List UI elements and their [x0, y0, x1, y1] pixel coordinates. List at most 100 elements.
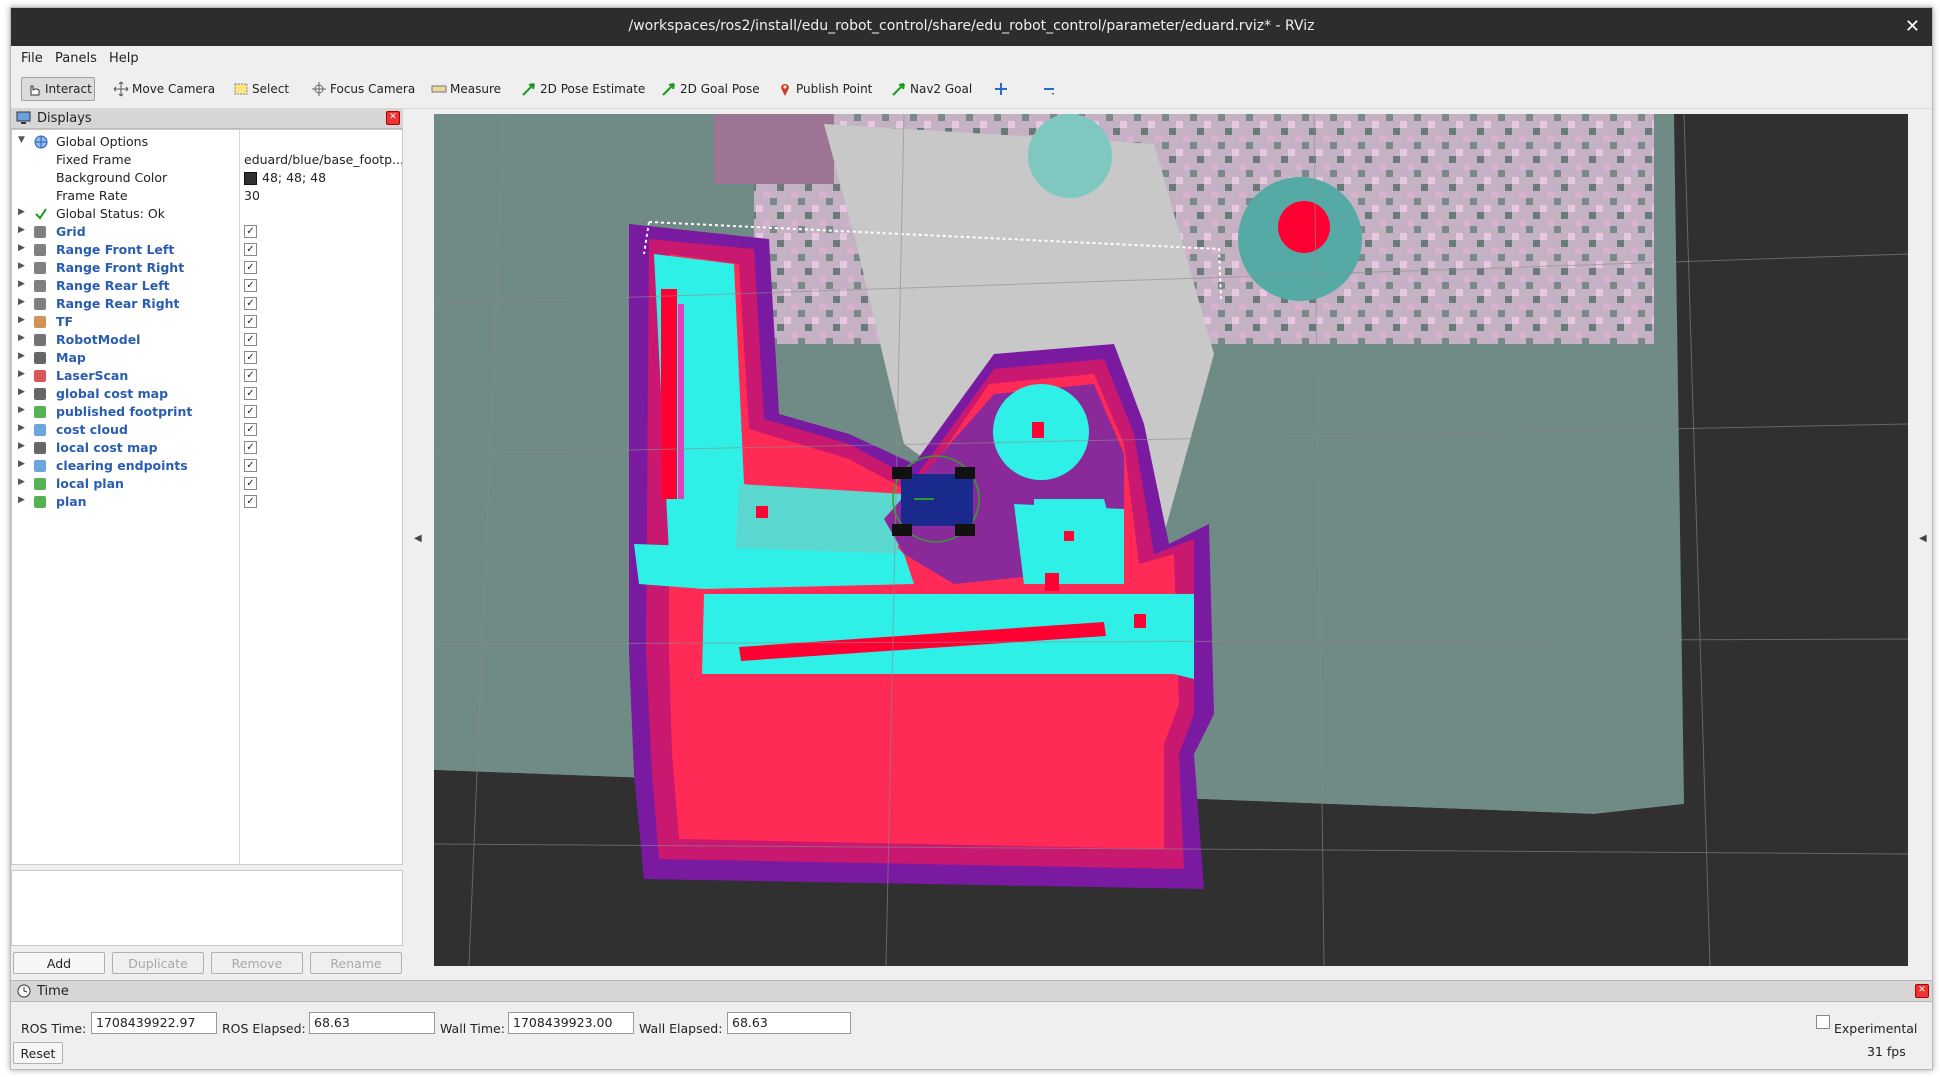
rename-button[interactable]: Rename [310, 952, 402, 974]
tree-row-display-item[interactable]: ▶ Range Rear Left ✓ [12, 277, 402, 295]
remove-tool-button[interactable] [1041, 78, 1060, 100]
tree-row-display-item[interactable]: ▶ published footprint ✓ [12, 403, 402, 421]
menu-panels[interactable]: Panels [55, 51, 97, 66]
expanded-arrow-icon[interactable]: ▼ [18, 135, 25, 145]
tree-row-display-item[interactable]: ▶ TF ✓ [12, 313, 402, 331]
close-time-icon[interactable]: ✕ [1915, 984, 1929, 998]
display-enabled-checkbox[interactable]: ✓ [244, 441, 257, 454]
collapsed-arrow-icon[interactable]: ▶ [18, 279, 25, 289]
add-tool-button[interactable] [993, 78, 1012, 100]
tree-row-display-item[interactable]: ▶ local plan ✓ [12, 475, 402, 493]
display-item-label: Grid [56, 224, 86, 239]
tree-row-display-item[interactable]: ▶ global cost map ✓ [12, 385, 402, 403]
display-enabled-checkbox[interactable]: ✓ [244, 477, 257, 490]
tree-row-display-item[interactable]: ▶ Grid ✓ [12, 223, 402, 241]
2d-goal-pose-button[interactable]: 2D Goal Pose [661, 78, 760, 100]
publish-point-button[interactable]: Publish Point [777, 78, 872, 100]
tree-row-display-item[interactable]: ▶ Map ✓ [12, 349, 402, 367]
3d-viewport[interactable] [434, 114, 1908, 966]
collapsed-arrow-icon[interactable]: ▶ [18, 441, 25, 451]
ruler-icon [431, 81, 447, 97]
fps-readout: 31 fps [1867, 1044, 1906, 1059]
collapsed-arrow-icon[interactable]: ▶ [18, 459, 25, 469]
tree-row-display-item[interactable]: ▶ Range Rear Right ✓ [12, 295, 402, 313]
focus-camera-tool-button[interactable]: Focus Camera [311, 78, 415, 100]
tree-row-display-item[interactable]: ▶ Range Front Left ✓ [12, 241, 402, 259]
collapsed-arrow-icon[interactable]: ▶ [18, 477, 25, 487]
display-enabled-checkbox[interactable]: ✓ [244, 243, 257, 256]
collapse-right-panel-icon[interactable]: ◀ [1919, 533, 1927, 544]
ros-elapsed-field[interactable]: 68.63 [309, 1012, 435, 1034]
experimental-checkbox[interactable] [1816, 1015, 1830, 1029]
reset-button[interactable]: Reset [13, 1042, 63, 1064]
description-box [11, 870, 403, 946]
2d-pose-estimate-button[interactable]: 2D Pose Estimate [521, 78, 645, 100]
fixed-frame-value[interactable]: eduard/blue/base_footp... [244, 152, 402, 167]
display-enabled-checkbox[interactable]: ✓ [244, 297, 257, 310]
add-button[interactable]: Add [13, 952, 105, 974]
wall-time-field[interactable]: 1708439923.00 [508, 1012, 634, 1034]
tree-row-frame-rate[interactable]: Frame Rate 30 [12, 187, 402, 205]
display-enabled-checkbox[interactable]: ✓ [244, 423, 257, 436]
collapsed-arrow-icon[interactable]: ▶ [18, 423, 25, 433]
background-color-value[interactable]: 48; 48; 48 [262, 170, 326, 185]
tree-row-display-item[interactable]: ▶ Range Front Right ✓ [12, 259, 402, 277]
collapsed-arrow-icon[interactable]: ▶ [18, 261, 25, 271]
tree-row-display-item[interactable]: ▶ local cost map ✓ [12, 439, 402, 457]
display-enabled-checkbox[interactable]: ✓ [244, 333, 257, 346]
measure-tool-button[interactable]: Measure [431, 78, 501, 100]
display-type-icon [34, 316, 46, 328]
ros-time-field[interactable]: 1708439922.97 [91, 1012, 217, 1034]
display-enabled-checkbox[interactable]: ✓ [244, 351, 257, 364]
collapsed-arrow-icon[interactable]: ▶ [18, 369, 25, 379]
color-swatch[interactable] [244, 172, 257, 185]
collapsed-arrow-icon[interactable]: ▶ [18, 405, 25, 415]
collapsed-arrow-icon[interactable]: ▶ [18, 387, 25, 397]
display-enabled-checkbox[interactable]: ✓ [244, 369, 257, 382]
close-displays-icon[interactable]: ✕ [386, 111, 400, 125]
duplicate-button[interactable]: Duplicate [112, 952, 204, 974]
hand-pointer-icon [26, 81, 42, 97]
tree-row-fixed-frame[interactable]: Fixed Frame eduard/blue/base_footp... [12, 151, 402, 169]
monitor-icon [16, 111, 31, 124]
collapsed-arrow-icon[interactable]: ▶ [18, 351, 25, 361]
green-arrow-icon [521, 81, 537, 97]
nav2-goal-button[interactable]: Nav2 Goal [891, 78, 972, 100]
move-arrows-icon [113, 81, 129, 97]
collapsed-arrow-icon[interactable]: ▶ [18, 297, 25, 307]
tree-row-background-color[interactable]: Background Color 48; 48; 48 [12, 169, 402, 187]
collapsed-arrow-icon[interactable]: ▶ [18, 333, 25, 343]
display-enabled-checkbox[interactable]: ✓ [244, 261, 257, 274]
tree-row-display-item[interactable]: ▶ RobotModel ✓ [12, 331, 402, 349]
display-enabled-checkbox[interactable]: ✓ [244, 459, 257, 472]
display-enabled-checkbox[interactable]: ✓ [244, 225, 257, 238]
frame-rate-value[interactable]: 30 [244, 188, 260, 203]
tree-row-display-item[interactable]: ▶ clearing endpoints ✓ [12, 457, 402, 475]
tree-row-display-item[interactable]: ▶ cost cloud ✓ [12, 421, 402, 439]
collapse-left-panel-icon[interactable]: ◀ [414, 533, 422, 544]
wall-elapsed-field[interactable]: 68.63 [727, 1012, 851, 1034]
display-type-icon [34, 244, 46, 256]
tree-row-display-item[interactable]: ▶ plan ✓ [12, 493, 402, 511]
collapsed-arrow-icon[interactable]: ▶ [18, 207, 25, 217]
display-enabled-checkbox[interactable]: ✓ [244, 315, 257, 328]
menu-help[interactable]: Help [109, 51, 139, 66]
remove-button[interactable]: Remove [211, 952, 303, 974]
display-enabled-checkbox[interactable]: ✓ [244, 279, 257, 292]
display-enabled-checkbox[interactable]: ✓ [244, 405, 257, 418]
tree-row-global-status[interactable]: ▶ Global Status: Ok [12, 205, 402, 223]
interact-tool-button[interactable]: Interact [21, 77, 95, 101]
window-title: /workspaces/ros2/install/edu_robot_contr… [628, 18, 1315, 34]
collapsed-arrow-icon[interactable]: ▶ [18, 225, 25, 235]
collapsed-arrow-icon[interactable]: ▶ [18, 243, 25, 253]
move-camera-tool-button[interactable]: Move Camera [113, 78, 215, 100]
display-enabled-checkbox[interactable]: ✓ [244, 387, 257, 400]
select-tool-button[interactable]: Select [233, 78, 289, 100]
display-enabled-checkbox[interactable]: ✓ [244, 495, 257, 508]
tree-row-display-item[interactable]: ▶ LaserScan ✓ [12, 367, 402, 385]
collapsed-arrow-icon[interactable]: ▶ [18, 315, 25, 325]
close-window-icon[interactable]: ✕ [1905, 16, 1920, 37]
menu-file[interactable]: File [21, 51, 43, 66]
collapsed-arrow-icon[interactable]: ▶ [18, 495, 25, 505]
tree-row-global-options[interactable]: ▼ Global Options [12, 133, 402, 151]
